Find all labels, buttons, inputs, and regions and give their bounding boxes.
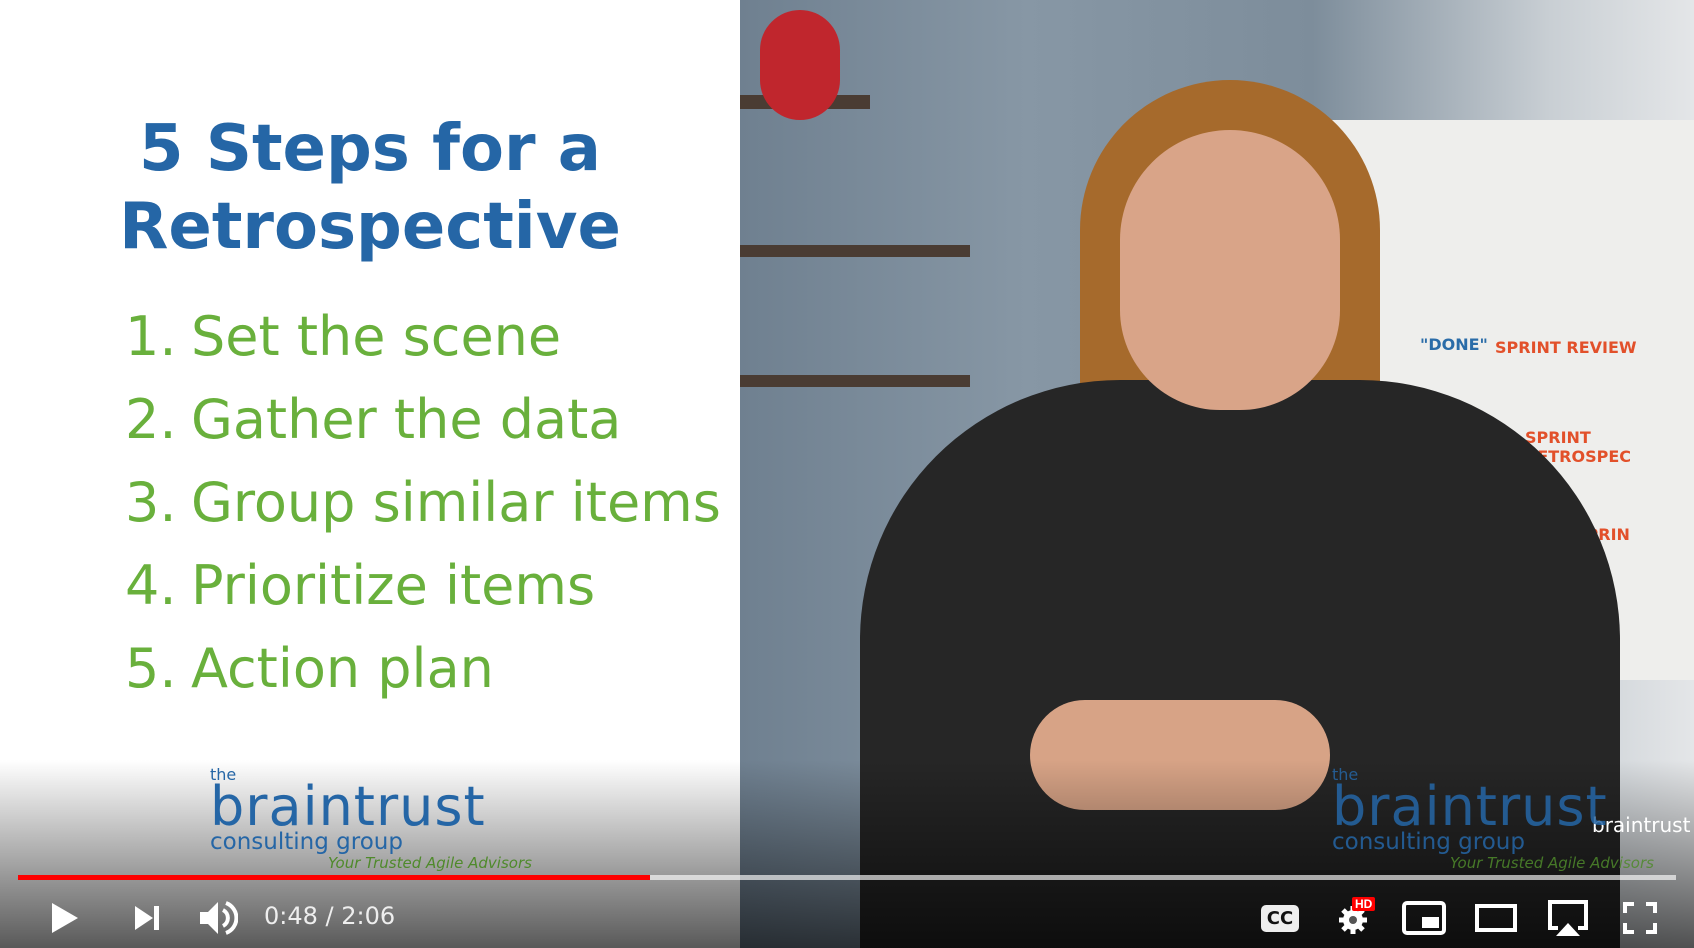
poster-text: SPRINT RETROSPEC — [1525, 428, 1632, 466]
logo-tagline: Your Trusted Agile Advisors — [328, 854, 532, 872]
play-button[interactable] — [40, 895, 90, 941]
captions-button[interactable]: CC — [1258, 895, 1302, 941]
miniplayer-icon — [1402, 901, 1446, 935]
airplay-icon — [1548, 900, 1588, 936]
step-item: 5. Action plan — [125, 637, 721, 720]
step-text: Set the scene — [191, 305, 562, 368]
fullscreen-icon — [1623, 902, 1657, 934]
shelf — [740, 375, 970, 387]
logo-name: braintrust — [210, 775, 486, 838]
toy-figure — [760, 10, 840, 120]
presenter-face — [1120, 130, 1340, 410]
theater-icon — [1475, 904, 1517, 932]
duration: 2:06 — [341, 902, 396, 930]
step-item: 4. Prioritize items — [125, 554, 721, 637]
time-display: 0:48 / 2:06 — [264, 902, 396, 930]
step-number: 3. — [125, 471, 177, 534]
step-number: 1. — [125, 305, 177, 368]
step-item: 2. Gather the data — [125, 388, 721, 471]
title-line-1: 5 Steps for a — [139, 112, 601, 186]
step-text: Group similar items — [191, 471, 721, 534]
slide-title: 5 Steps for a Retrospective — [0, 110, 740, 266]
shelf — [740, 245, 970, 257]
current-time: 0:48 — [264, 902, 318, 930]
step-text: Prioritize items — [191, 554, 596, 617]
miniplayer-button[interactable] — [1400, 895, 1448, 941]
step-number: 5. — [125, 637, 177, 700]
theater-mode-button[interactable] — [1472, 895, 1520, 941]
step-text: Action plan — [191, 637, 494, 700]
next-icon — [135, 906, 159, 930]
play-icon — [52, 903, 78, 933]
volume-button[interactable] — [192, 895, 244, 941]
steps-list: 1. Set the scene 2. Gather the data 3. Grou… — [125, 305, 721, 720]
braintrust-logo: the braintrust consulting group Your Tru… — [210, 765, 532, 872]
step-number: 2. — [125, 388, 177, 451]
step-text: Gather the data — [191, 388, 622, 451]
next-button[interactable] — [122, 895, 172, 941]
title-line-2: Retrospective — [119, 190, 621, 264]
cc-icon: CC — [1260, 904, 1300, 932]
step-number: 4. — [125, 554, 177, 617]
logo-name: braintrust — [1332, 775, 1608, 838]
fullscreen-button[interactable] — [1618, 895, 1662, 941]
braintrust-logo-watermark: the braintrust consulting group Your Tru… — [1332, 765, 1654, 872]
step-item: 3. Group similar items — [125, 471, 721, 554]
progress-bar[interactable] — [18, 875, 1676, 880]
settings-button[interactable]: HD — [1330, 895, 1380, 941]
airplay-button[interactable] — [1544, 895, 1592, 941]
hd-badge: HD — [1352, 897, 1376, 911]
step-item: 1. Set the scene — [125, 305, 721, 388]
played-bar — [18, 875, 650, 880]
logo-tagline: Your Trusted Agile Advisors — [1450, 854, 1654, 872]
volume-icon — [200, 901, 238, 935]
poster-text: SPRINT REVIEW — [1495, 338, 1637, 357]
poster-text: "DONE" — [1420, 335, 1488, 354]
